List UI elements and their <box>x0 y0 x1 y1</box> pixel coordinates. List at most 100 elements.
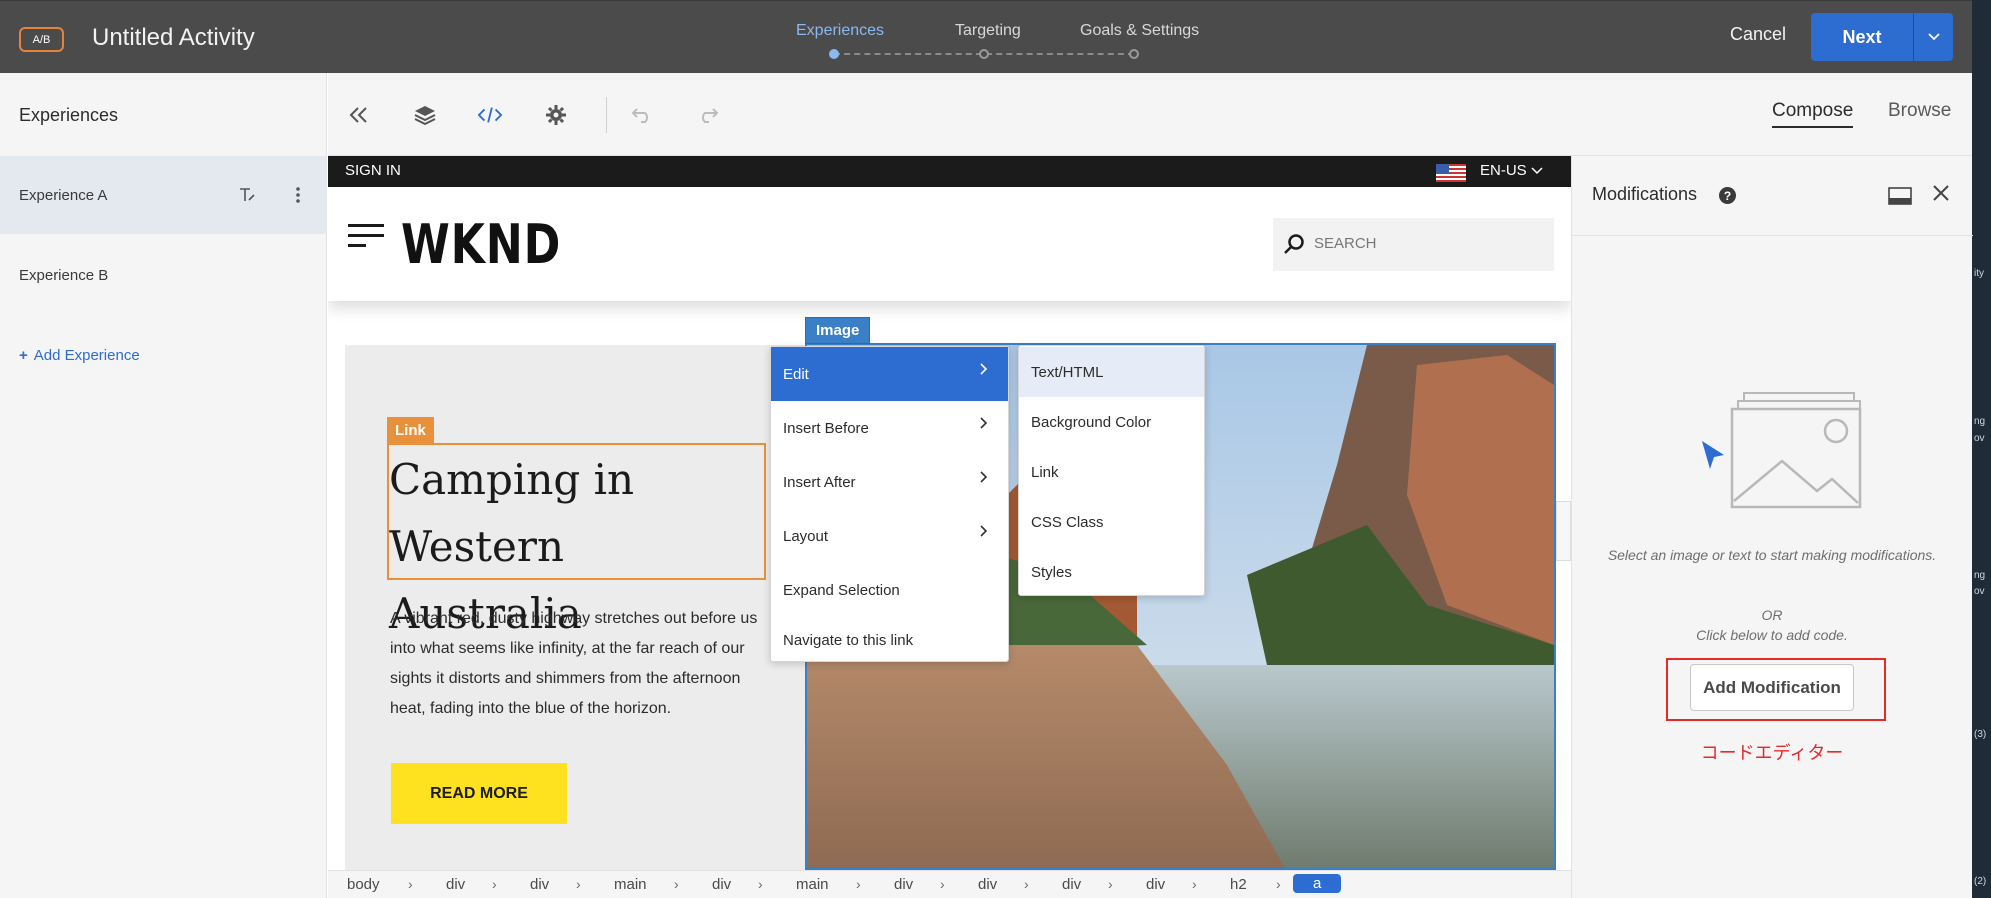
breadcrumb-separator: › <box>492 876 497 892</box>
breadcrumb-separator: › <box>674 876 679 892</box>
breadcrumb-separator: › <box>576 876 581 892</box>
sign-in-link[interactable]: SIGN IN <box>345 162 401 179</box>
menu-item-layout[interactable]: Layout <box>771 509 1008 563</box>
strip-text: (2) <box>1974 876 1987 887</box>
image-placeholder-illustration <box>1702 392 1862 509</box>
submenu-item-text-html[interactable]: Text/HTML <box>1019 347 1204 397</box>
breadcrumb-item[interactable]: main <box>796 876 829 893</box>
modifications-panel: Modifications ? Select an image or text … <box>1571 156 1973 898</box>
site-header: WKND SEARCH <box>328 187 1571 301</box>
dock-panel-icon[interactable] <box>1888 187 1912 205</box>
us-flag-icon <box>1436 164 1466 182</box>
experiences-title: Experiences <box>19 105 119 125</box>
experience-label: Experience A <box>19 187 108 204</box>
next-button[interactable]: Next <box>1811 13 1913 61</box>
element-context-menu: Edit Insert Before Insert After Layout E… <box>770 346 1009 662</box>
compose-mode-tab[interactable]: Compose <box>1772 100 1854 128</box>
breadcrumb-item[interactable]: div <box>530 876 549 893</box>
menu-item-navigate-link[interactable]: Navigate to this link <box>771 613 1008 667</box>
breadcrumb-item[interactable]: main <box>614 876 647 893</box>
undo-icon[interactable] <box>630 103 654 127</box>
close-icon[interactable] <box>1932 184 1950 202</box>
strip-text: ity <box>1974 268 1984 279</box>
cancel-button[interactable]: Cancel <box>1730 24 1786 45</box>
breadcrumb-item[interactable]: div <box>894 876 913 893</box>
menu-item-label: Expand Selection <box>783 581 900 599</box>
strip-text: ov <box>1974 586 1985 597</box>
read-more-button[interactable]: READ MORE <box>391 763 567 824</box>
language-selector[interactable]: EN-US <box>1480 162 1543 179</box>
chevron-right-icon <box>980 471 988 483</box>
add-modification-button[interactable]: Add Modification <box>1690 664 1854 711</box>
submenu-item-background-color[interactable]: Background Color <box>1019 397 1204 447</box>
resize-handle[interactable] <box>1556 501 1571 561</box>
step-targeting[interactable]: Targeting <box>955 22 1021 40</box>
site-utility-bar: SIGN IN EN-US <box>328 156 1571 187</box>
top-bar: A/B Untitled Activity Experiences Target… <box>0 0 1991 73</box>
step-dot-goals <box>1129 49 1139 59</box>
menu-item-edit[interactable]: Edit <box>771 347 1008 401</box>
menu-item-expand-selection[interactable]: Expand Selection <box>771 563 1008 617</box>
edit-submenu: Text/HTML Background Color Link CSS Clas… <box>1018 345 1205 596</box>
chevron-down-icon <box>1531 167 1543 175</box>
breadcrumb-item-active[interactable]: a <box>1293 874 1342 893</box>
code-icon[interactable] <box>478 103 502 127</box>
background-window-strip: ity ng ov ng ov (3) (2) <box>1972 0 1991 898</box>
experience-item-b[interactable]: Experience B <box>0 236 327 314</box>
modifications-title: Modifications <box>1592 184 1698 204</box>
breadcrumb-item[interactable]: body <box>347 876 380 893</box>
redo-icon[interactable] <box>696 103 720 127</box>
add-experience-button[interactable]: + Add Experience <box>19 347 140 364</box>
breadcrumb-item[interactable]: div <box>978 876 997 893</box>
submenu-item-css-class[interactable]: CSS Class <box>1019 497 1204 547</box>
breadcrumb-separator: › <box>408 876 413 892</box>
breadcrumb-item[interactable]: div <box>1146 876 1165 893</box>
submenu-item-link[interactable]: Link <box>1019 447 1204 497</box>
strip-text: ng <box>1974 416 1986 427</box>
collapse-icon[interactable] <box>347 103 371 127</box>
settings-icon[interactable] <box>544 103 568 127</box>
breadcrumb-item[interactable]: div <box>712 876 731 893</box>
search-icon <box>1284 234 1304 254</box>
strip-text: ng <box>1974 570 1986 581</box>
breadcrumb-item[interactable]: div <box>1062 876 1081 893</box>
modifications-header: Modifications ? <box>1572 156 1973 236</box>
strip-text: ov <box>1974 433 1985 444</box>
or-text: OR <box>1761 607 1783 623</box>
step-experiences[interactable]: Experiences <box>796 22 884 40</box>
site-logo[interactable]: WKND <box>401 213 561 276</box>
rename-icon[interactable] <box>239 187 257 203</box>
activity-title[interactable]: Untitled Activity <box>92 24 255 52</box>
breadcrumb-separator: › <box>758 876 763 892</box>
browse-mode-tab[interactable]: Browse <box>1888 100 1951 122</box>
help-icon[interactable]: ? <box>1719 187 1736 204</box>
image-element-label: Image <box>805 317 871 344</box>
add-experience-label: Add Experience <box>33 347 140 364</box>
next-dropdown-button[interactable] <box>1913 13 1953 61</box>
ab-activity-badge: A/B <box>19 27 64 52</box>
language-label: EN-US <box>1480 162 1527 179</box>
more-options-icon[interactable] <box>295 186 301 204</box>
step-goals-settings[interactable]: Goals & Settings <box>1080 22 1199 40</box>
experience-item-a[interactable]: Experience A <box>0 156 327 234</box>
toolbar-divider <box>606 97 607 133</box>
hero-paragraph[interactable]: A vibrant red, dusty highway stretches o… <box>390 604 770 724</box>
breadcrumb-separator: › <box>856 876 861 892</box>
hamburger-menu-icon[interactable] <box>348 224 384 254</box>
menu-item-insert-before[interactable]: Insert Before <box>771 401 1008 455</box>
link-element-label: Link <box>387 417 434 443</box>
code-hint-text: Click below to add code. <box>1696 627 1848 643</box>
menu-item-insert-after[interactable]: Insert After <box>771 455 1008 509</box>
chevron-down-icon <box>1927 33 1940 41</box>
breadcrumb-item[interactable]: h2 <box>1230 876 1247 893</box>
breadcrumb-item[interactable]: div <box>446 876 465 893</box>
breadcrumb-separator: › <box>1108 876 1113 892</box>
menu-item-label: Insert After <box>783 473 856 491</box>
dom-breadcrumb: body › div › div › main › div › main › d… <box>328 870 1571 898</box>
menu-item-label: Insert Before <box>783 419 869 437</box>
chevron-right-icon <box>980 525 988 537</box>
site-search-input[interactable]: SEARCH <box>1273 218 1554 271</box>
layers-icon[interactable] <box>413 103 437 127</box>
submenu-item-styles[interactable]: Styles <box>1019 547 1204 597</box>
plus-icon: + <box>19 347 28 364</box>
